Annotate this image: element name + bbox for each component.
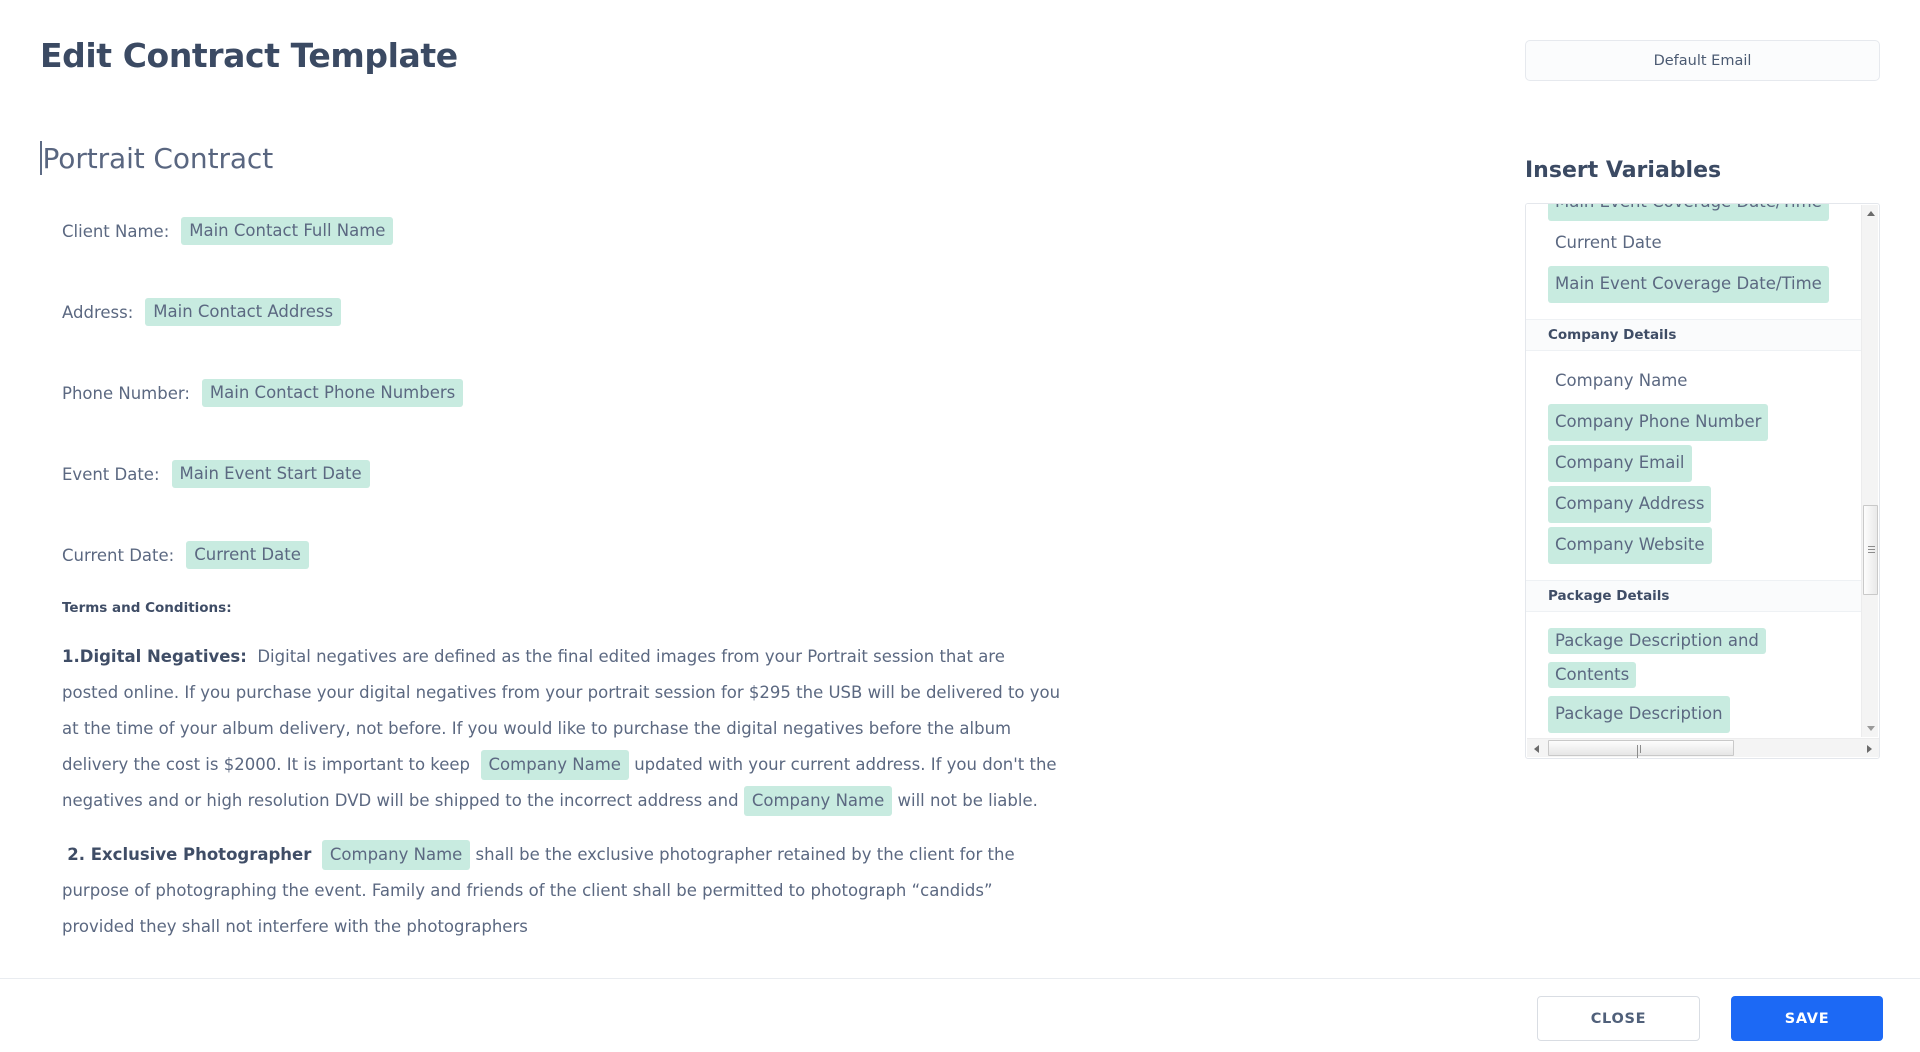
field-row: Client Name: Main Contact Full Name: [62, 213, 1500, 249]
field-label: Phone Number:: [62, 383, 190, 403]
variable-item-package-description[interactable]: Package Description: [1526, 694, 1863, 735]
variables-scroll-viewport[interactable]: Main Event Coverage Date/Time Current Da…: [1526, 204, 1863, 738]
scroll-up-arrow-icon[interactable]: [1862, 205, 1879, 222]
variable-pill[interactable]: Company Name: [480, 750, 629, 780]
variable-item-package-description-and-contents[interactable]: Package Description and Contents: [1526, 622, 1784, 694]
text-cursor-icon: [40, 141, 42, 175]
scrollbar-grip-icon: [1637, 745, 1645, 758]
field-row: Phone Number: Main Contact Phone Numbers: [62, 375, 1500, 411]
variable-chip: Company Phone Number: [1548, 404, 1769, 441]
horizontal-scrollbar-thumb[interactable]: [1548, 740, 1734, 758]
variable-pill[interactable]: Main Event Start Date: [171, 459, 370, 489]
save-button-label: SAVE: [1784, 1010, 1830, 1027]
variable-pill[interactable]: Company Name: [321, 840, 471, 870]
variable-chip: Company Address: [1548, 486, 1712, 523]
variable-chip: Current Date: [1555, 233, 1662, 252]
variable-chip: Main Event Coverage Date/Time: [1548, 204, 1829, 221]
edit-contract-template-page: Edit Contract Template Default Email Por…: [0, 0, 1920, 1052]
field-label: Event Date:: [62, 464, 160, 484]
document-title-row[interactable]: Portrait Contract: [40, 141, 1500, 175]
contract-fields: Client Name: Main Contact Full Name Addr…: [0, 213, 1500, 573]
close-button-label: CLOSE: [1590, 1010, 1647, 1027]
clause-1-lead: 1.Digital Negatives:: [62, 647, 247, 666]
clause-1-text-c: will not be liable.: [897, 791, 1038, 810]
variables-vertical-scrollbar[interactable]: [1861, 205, 1878, 737]
save-button[interactable]: SAVE: [1731, 996, 1883, 1041]
variable-pill[interactable]: Company Name: [743, 786, 893, 816]
variables-scroll-content: Main Event Coverage Date/Time Current Da…: [1526, 204, 1863, 735]
variable-chip: Package Description and Contents: [1548, 628, 1766, 688]
variable-group-package-details: Package Details: [1526, 580, 1863, 612]
field-label: Address:: [62, 302, 134, 322]
variable-item-company-address[interactable]: Company Address: [1526, 484, 1863, 525]
insert-variables-title: Insert Variables: [1525, 158, 1722, 183]
clause-1: 1.Digital Negatives: Digital negatives a…: [62, 639, 1062, 819]
contract-body: 1.Digital Negatives: Digital negatives a…: [62, 639, 1062, 945]
variable-item-company-phone-number[interactable]: Company Phone Number: [1526, 402, 1863, 443]
default-email-selector[interactable]: Default Email: [1525, 40, 1880, 81]
footer-divider: [0, 978, 1920, 979]
field-label: Client Name:: [62, 221, 170, 241]
field-row: Address: Main Contact Address: [62, 294, 1500, 330]
close-button[interactable]: CLOSE: [1537, 996, 1700, 1041]
variable-item-clipped[interactable]: Main Event Coverage Date/Time: [1526, 204, 1863, 223]
variable-group-company-details: Company Details: [1526, 319, 1863, 351]
contract-editor[interactable]: Portrait Contract Client Name: Main Cont…: [0, 108, 1500, 978]
clause-2: 2. Exclusive Photographer Company Name s…: [62, 837, 1062, 945]
insert-variables-list[interactable]: Main Event Coverage Date/Time Current Da…: [1525, 203, 1880, 759]
field-row: Current Date: Current Date: [62, 537, 1500, 573]
variable-chip: Company Website: [1548, 527, 1712, 564]
default-email-label: Default Email: [1653, 52, 1752, 69]
clause-2-lead: 2. Exclusive Photographer: [67, 845, 312, 864]
variable-chip: Main Event Coverage Date/Time: [1548, 266, 1829, 303]
scroll-right-arrow-icon[interactable]: [1860, 739, 1879, 758]
field-label: Current Date:: [62, 545, 175, 565]
terms-and-conditions-heading: Terms and Conditions:: [62, 600, 232, 616]
vertical-scrollbar-thumb[interactable]: [1863, 505, 1878, 595]
variable-chip: Company Email: [1548, 445, 1692, 482]
variable-pill[interactable]: Main Contact Address: [145, 297, 342, 327]
scroll-down-arrow-icon[interactable]: [1862, 720, 1879, 737]
variable-pill[interactable]: Main Contact Phone Numbers: [201, 378, 464, 408]
variable-item-company-website[interactable]: Company Website: [1526, 525, 1863, 566]
scrollbar-grip-icon: [1868, 546, 1875, 554]
variables-horizontal-scrollbar[interactable]: [1527, 738, 1879, 758]
variable-item-company-email[interactable]: Company Email: [1526, 443, 1863, 484]
variable-pill[interactable]: Current Date: [186, 540, 309, 570]
variable-item-current-date[interactable]: Current Date: [1526, 223, 1863, 264]
variable-chip: Company Name: [1555, 371, 1688, 390]
variable-item-main-event-coverage[interactable]: Main Event Coverage Date/Time: [1526, 264, 1863, 305]
variable-pill[interactable]: Main Contact Full Name: [181, 216, 394, 246]
field-row: Event Date: Main Event Start Date: [62, 456, 1500, 492]
scroll-left-arrow-icon[interactable]: [1527, 739, 1546, 758]
variable-chip: Package Description: [1548, 696, 1730, 733]
variable-item-company-name[interactable]: Company Name: [1526, 361, 1863, 402]
document-title: Portrait Contract: [42, 141, 274, 175]
page-title: Edit Contract Template: [40, 36, 458, 75]
